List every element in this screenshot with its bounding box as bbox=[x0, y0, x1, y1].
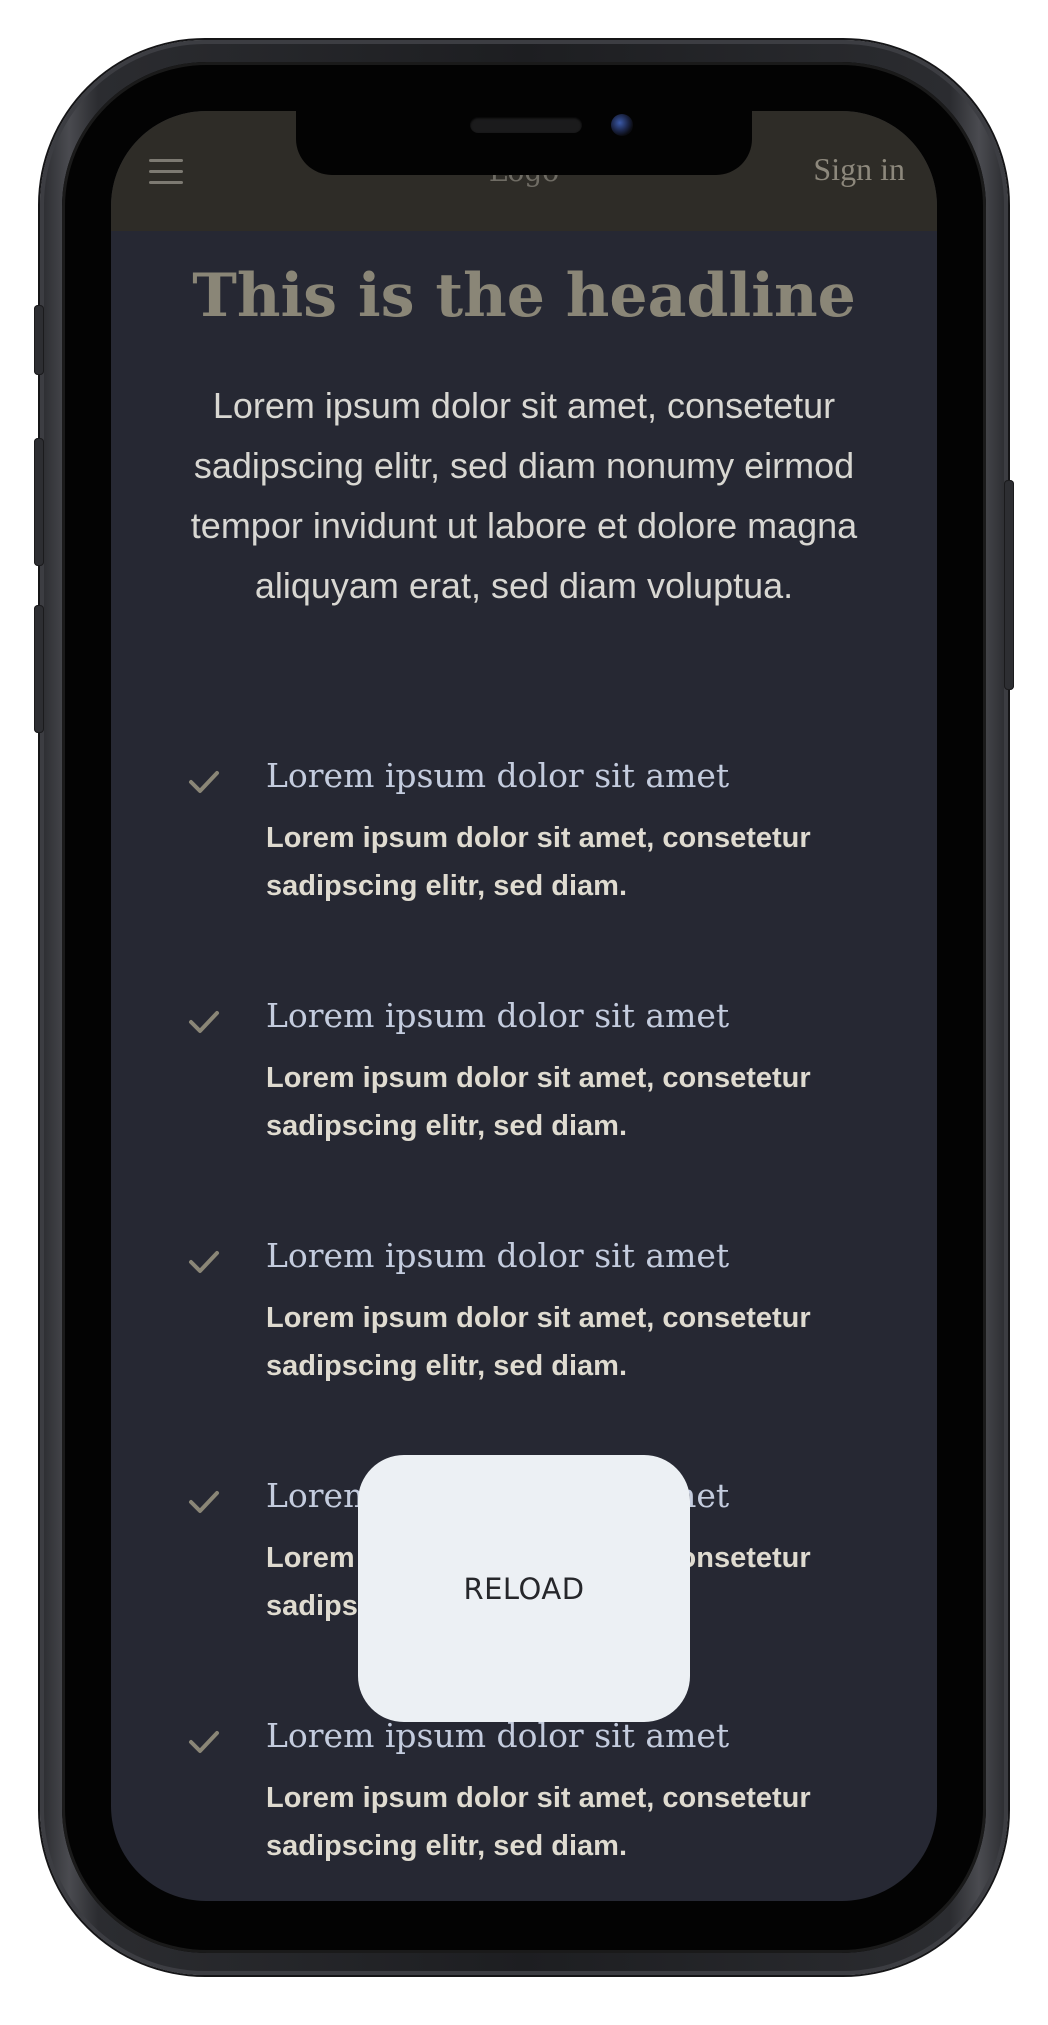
volume-down-button bbox=[34, 605, 44, 733]
feature-description: Lorem ipsum dolor sit amet, consetetur s… bbox=[266, 1782, 811, 1862]
sign-in-link[interactable]: Sign in bbox=[813, 151, 905, 188]
volume-up-button bbox=[34, 438, 44, 566]
feature-item: Lorem ipsum dolor sit amet Lorem ipsum d… bbox=[187, 1236, 887, 1396]
feature-item: Lorem ipsum dolor sit amet Lorem ipsum d… bbox=[187, 756, 887, 916]
checkmark-icon bbox=[189, 771, 219, 793]
mute-switch bbox=[34, 305, 44, 375]
feature-item: Lorem ipsum dolor sit amet Lorem ipsum d… bbox=[187, 1716, 887, 1876]
feature-description: Lorem ipsum dolor sit amet, consetetur s… bbox=[266, 1062, 811, 1142]
hero-lead-text: Lorem ipsum dolor sit amet, consetetur s… bbox=[190, 385, 858, 606]
feature-item: Lorem ipsum dolor sit amet Lorem ipsum d… bbox=[187, 996, 887, 1156]
feature-description: Lorem ipsum dolor sit amet, consetetur s… bbox=[266, 1302, 811, 1382]
feature-title: Lorem ipsum dolor sit amet bbox=[266, 996, 730, 1035]
checkmark-icon bbox=[189, 1491, 219, 1513]
front-camera bbox=[611, 114, 633, 136]
feature-description: Lorem ipsum dolor sit amet, consetetur s… bbox=[266, 822, 811, 902]
reload-button[interactable]: RELOAD bbox=[358, 1455, 690, 1722]
checkmark-icon bbox=[189, 1251, 219, 1273]
earpiece-speaker bbox=[470, 117, 582, 133]
checkmark-icon bbox=[189, 1011, 219, 1033]
page-headline: This is the headline bbox=[192, 261, 856, 331]
feature-title: Lorem ipsum dolor sit amet bbox=[266, 1236, 730, 1275]
power-button bbox=[1004, 480, 1014, 690]
checkmark-icon bbox=[189, 1731, 219, 1753]
feature-title: Lorem ipsum dolor sit amet bbox=[266, 756, 730, 795]
